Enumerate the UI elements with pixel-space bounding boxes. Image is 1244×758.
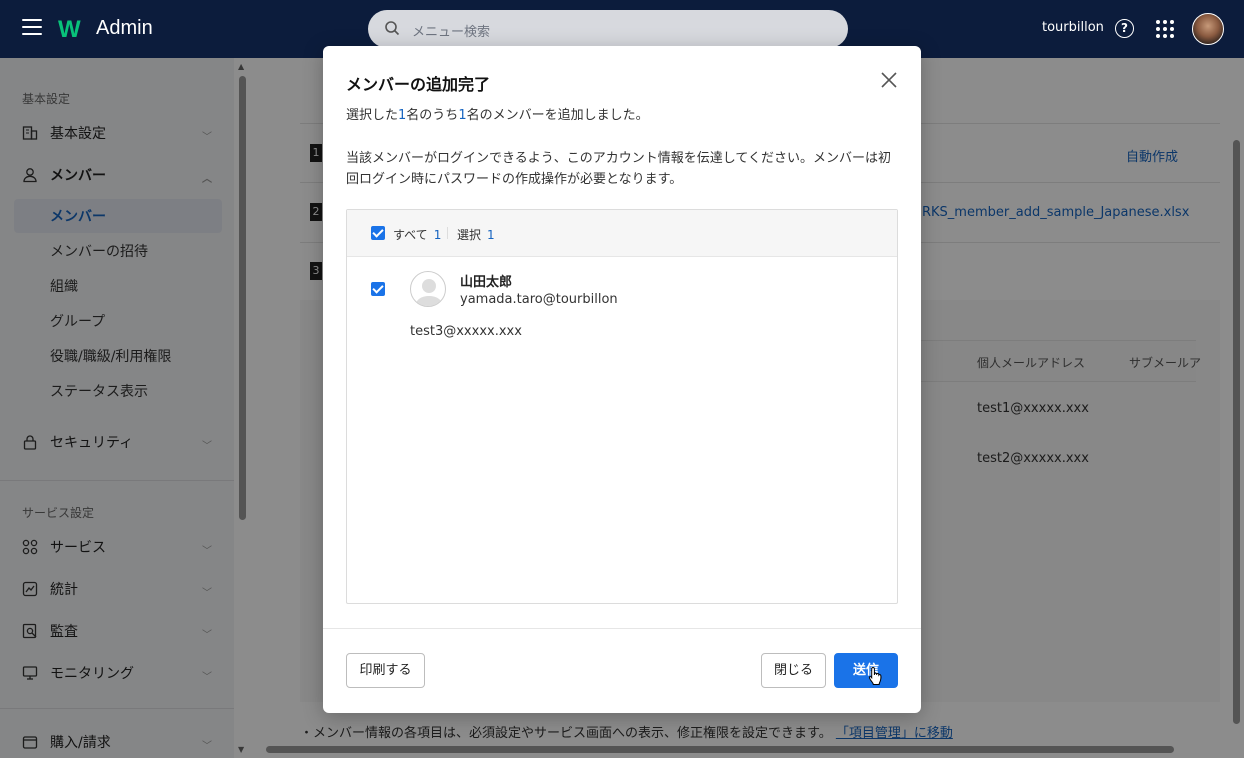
dialog-title: メンバーの追加完了 [346, 75, 491, 94]
print-button[interactable]: 印刷する [346, 653, 425, 688]
notice-text: 当該メンバーがログインできるよう、このアカウント情報を伝達してください。メンバー… [346, 151, 891, 187]
member-list-header: すべて 1 選択 1 [347, 210, 897, 257]
all-count: 1 [433, 228, 442, 242]
add-complete-dialog: メンバーの追加完了 選択した1名のうち1名のメンバーを追加しました。 当該メンバ… [323, 46, 921, 713]
search-icon [385, 21, 400, 36]
avatar [410, 271, 446, 307]
member-personal-mail: test3@xxxxx.xxx [410, 324, 522, 339]
brand-logo[interactable]: W [58, 16, 81, 44]
added-count: 1 [458, 108, 467, 123]
all-count-label: すべて 1 [393, 226, 441, 243]
user-name[interactable]: tourbillon [1042, 20, 1104, 35]
menu-search-input[interactable]: メニュー検索 [368, 10, 848, 48]
selected-count: 1 [487, 228, 495, 242]
hand-cursor-icon [868, 666, 882, 685]
close-icon[interactable] [879, 70, 899, 90]
all-label: すべて [393, 228, 428, 242]
close-button[interactable]: 閉じる [761, 653, 826, 688]
select-all-checkbox[interactable] [371, 226, 385, 240]
summary-text: 選択した [346, 108, 399, 123]
help-icon[interactable]: ? [1115, 19, 1134, 38]
app-grid-icon[interactable] [1156, 20, 1174, 38]
app-title[interactable]: Admin [96, 17, 153, 40]
send-button[interactable]: 送信 [834, 653, 898, 688]
member-checkbox[interactable] [371, 282, 385, 296]
member-list: すべて 1 選択 1 山田太郎 yamada.taro@tourbillon tes… [346, 209, 898, 604]
user-avatar[interactable] [1192, 13, 1224, 45]
selected-count-label: 選択 1 [457, 226, 495, 243]
menu-icon[interactable] [22, 19, 42, 37]
selected-label: 選択 [457, 228, 482, 242]
footer-divider [323, 628, 921, 629]
summary-text: 名のメンバーを追加しました。 [466, 108, 649, 123]
divider [447, 227, 448, 239]
search-placeholder: メニュー検索 [412, 25, 491, 40]
summary-text: 名のうち [406, 108, 459, 123]
result-summary: 選択した1名のうち1名のメンバーを追加しました。 [346, 104, 649, 123]
member-account: yamada.taro@tourbillon [460, 292, 618, 307]
member-name: 山田太郎 [460, 275, 513, 290]
